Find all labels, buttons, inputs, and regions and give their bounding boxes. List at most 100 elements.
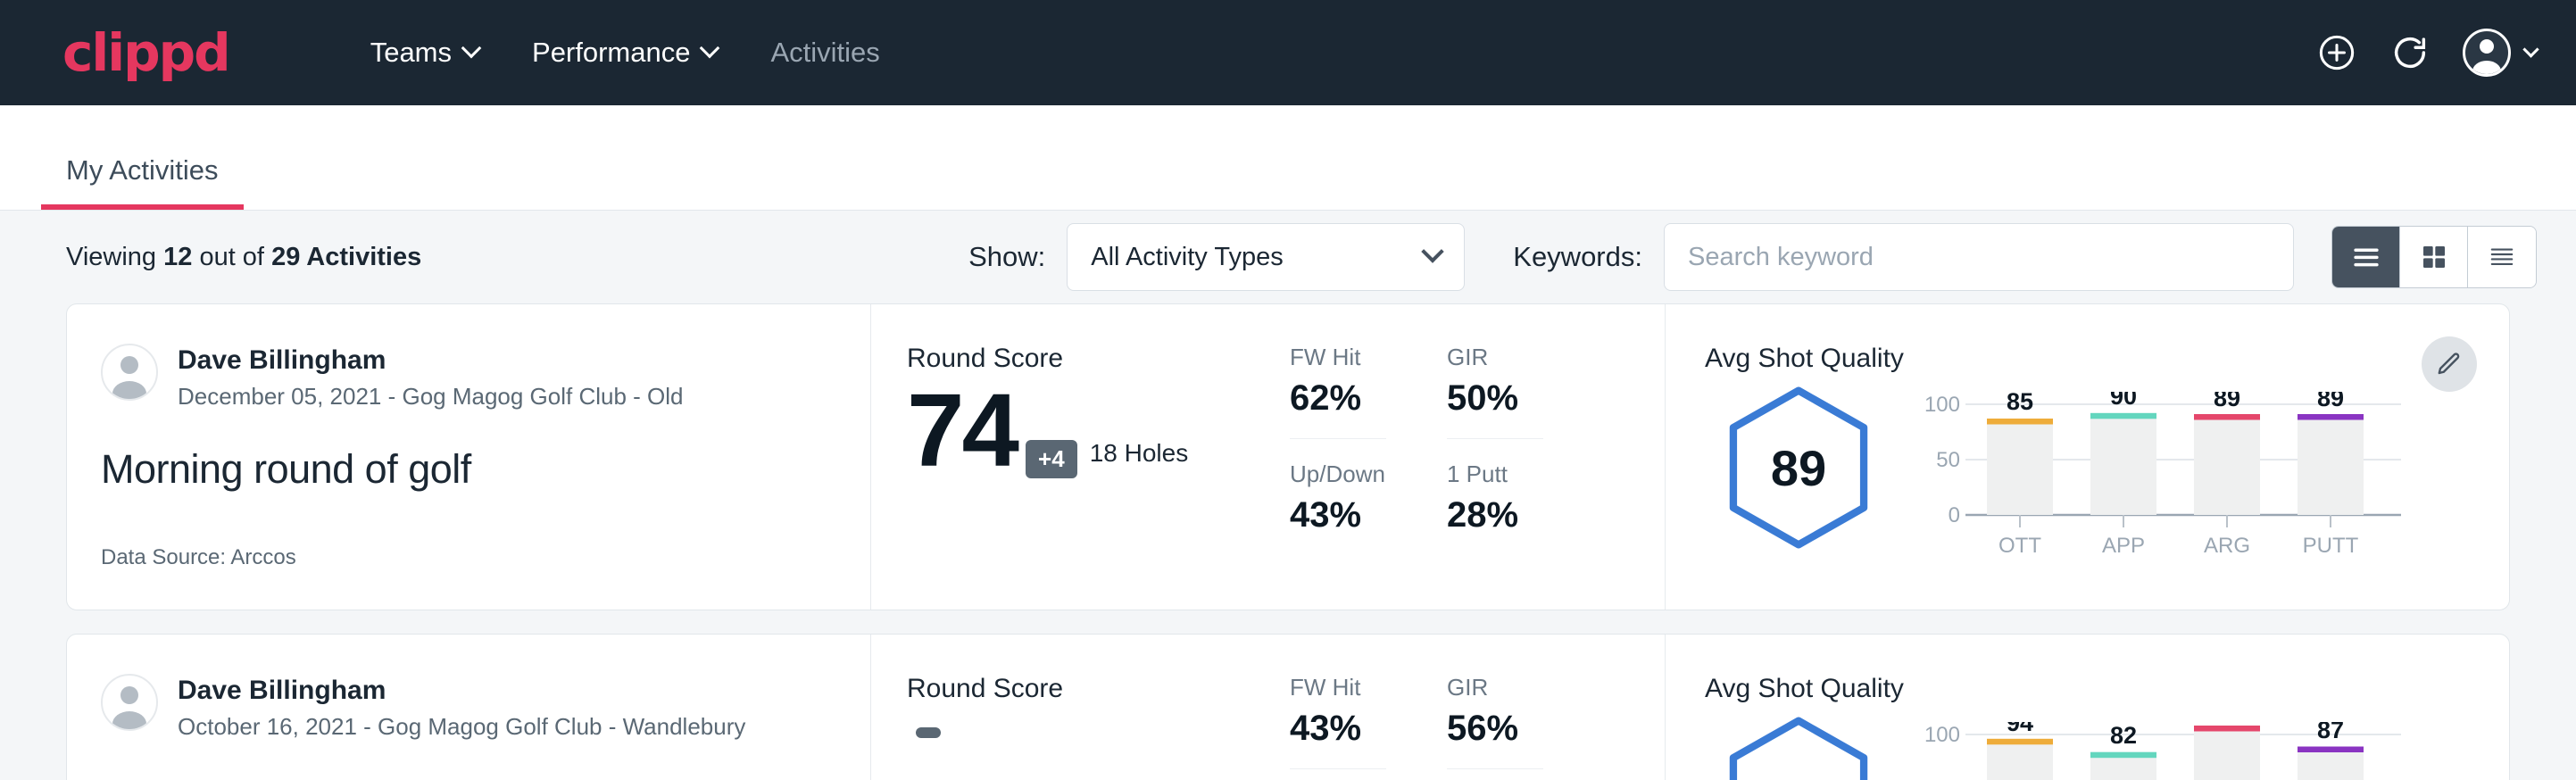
stat-gir: GIR 56% [1447, 674, 1543, 769]
stat-label: GIR [1447, 344, 1543, 371]
tab-my-activities-label: My Activities [66, 154, 219, 186]
stat-value: 43% [1290, 709, 1386, 749]
stat-label: GIR [1447, 674, 1543, 701]
view-toggle-list[interactable] [2332, 227, 2400, 287]
data-source: Data Source: Arccos [101, 545, 296, 570]
svg-text:89: 89 [2214, 392, 2240, 411]
navbar-actions [2316, 29, 2537, 77]
activity-type-value: All Activity Types [1091, 243, 1283, 272]
tab-my-activities[interactable]: My Activities [41, 154, 244, 210]
quality-hexagon [1705, 711, 1892, 780]
filter-toolbar: Viewing 12 out of 29 Activities Show: Al… [0, 211, 2576, 303]
quality-hexagon: 89 [1705, 381, 1892, 551]
score-differential-badge [916, 727, 941, 738]
viewing-middle: out of [199, 243, 264, 271]
round-score-value: 74 [907, 383, 1017, 478]
bar-chart-2: 100 50 0 94 OTT 82 APP 106 [1923, 722, 2405, 780]
nav-item-teams[interactable]: Teams [344, 37, 505, 69]
round-score-label: Round Score [907, 344, 1290, 374]
viewing-summary: Viewing 12 out of 29 Activities [66, 243, 421, 272]
round-stats: FW Hit 62% GIR 50% Up/Down 43% 1 Putt 28… [1290, 304, 1665, 610]
stat-fw-hit: FW Hit 43% [1290, 674, 1386, 769]
activity-type-select[interactable]: All Activity Types [1067, 223, 1465, 291]
activity-author: Dave Billingham December 05, 2021 - Gog … [101, 344, 870, 411]
activity-meta: December 05, 2021 - Gog Magog Golf Club … [178, 383, 684, 411]
chevron-down-icon [1422, 240, 1444, 262]
svg-text:89: 89 [2317, 392, 2344, 411]
show-label: Show: [968, 241, 1045, 273]
svg-text:82: 82 [2110, 722, 2137, 749]
shot-quality-chart: 100 50 0 94 OTT 82 APP 106 [1923, 711, 2405, 780]
viewing-count: 12 [163, 243, 192, 271]
svg-text:ARG: ARG [2204, 534, 2250, 558]
main-nav: Teams Performance Activities [344, 37, 907, 69]
viewing-prefix: Viewing [66, 243, 156, 271]
svg-text:PUTT: PUTT [2303, 534, 2359, 558]
activity-card[interactable]: Dave Billingham October 16, 2021 - Gog M… [66, 634, 2510, 780]
avg-shot-quality-section: Avg Shot Quality 100 [1665, 635, 2509, 780]
round-score-section: Round Score 74 +4 18 Holes [870, 304, 1290, 610]
toolbar-controls: Show: All Activity Types Keywords: [968, 223, 2537, 291]
nav-item-performance[interactable]: Performance [505, 37, 744, 69]
stat-one-putt: 1 Putt 28% [1447, 461, 1543, 555]
pencil-icon [2436, 351, 2463, 378]
quality-score-value: 89 [1724, 385, 1874, 551]
avg-shot-quality-section: Avg Shot Quality 89 [1665, 304, 2509, 610]
avatar [101, 344, 158, 401]
view-toggle-compact[interactable] [2468, 227, 2536, 287]
top-navbar: clippd Teams Performance Activities [0, 0, 2576, 105]
activity-list: Dave Billingham December 05, 2021 - Gog … [0, 303, 2576, 780]
list-view-icon [2351, 244, 2381, 270]
chevron-down-icon [2522, 41, 2539, 57]
stat-label: 1 Putt [1447, 461, 1543, 488]
svg-text:94: 94 [2007, 722, 2033, 736]
svg-text:APP: APP [2102, 534, 2145, 558]
author-name: Dave Billingham [178, 344, 684, 378]
edit-activity-button[interactable] [2422, 336, 2477, 392]
chevron-down-icon [700, 38, 720, 59]
view-toggle-grid[interactable] [2400, 227, 2468, 287]
stat-value: 43% [1290, 495, 1386, 535]
svg-text:OTT: OTT [1998, 534, 2041, 558]
viewing-total: 29 Activities [271, 243, 421, 271]
view-toggle-group [2331, 226, 2537, 288]
shot-quality-chart: 100 50 0 85 OTT 90 APP [1923, 381, 2405, 570]
keywords-label: Keywords: [1513, 241, 1642, 273]
score-differential-badge: +4 [1026, 440, 1077, 478]
compact-view-icon [2487, 244, 2517, 270]
bar-chart-1: 100 50 0 85 OTT 90 APP [1923, 392, 2405, 570]
round-score-section: Round Score [870, 635, 1290, 780]
stat-gir: GIR 50% [1447, 344, 1543, 439]
avg-shot-quality-label: Avg Shot Quality [1705, 674, 2509, 704]
round-score-row: 74 +4 18 Holes [907, 383, 1290, 478]
holes-played: 18 Holes [1090, 439, 1189, 478]
round-score-row [907, 713, 1290, 738]
stat-label: FW Hit [1290, 674, 1386, 701]
svg-text:90: 90 [2110, 392, 2137, 410]
nav-item-teams-label: Teams [370, 37, 452, 69]
avg-shot-quality-label: Avg Shot Quality [1705, 344, 2509, 374]
activity-card[interactable]: Dave Billingham December 05, 2021 - Gog … [66, 303, 2510, 610]
clippd-logo[interactable]: clippd [62, 27, 229, 79]
avatar [2463, 29, 2511, 77]
account-menu[interactable] [2463, 29, 2537, 77]
search-input[interactable] [1664, 223, 2294, 291]
stat-label: Up/Down [1290, 461, 1386, 488]
avg-shot-quality-body: 89 100 50 0 [1705, 381, 2509, 570]
plus-circle-icon[interactable] [2316, 32, 2357, 73]
svg-text:87: 87 [2317, 722, 2344, 743]
svg-text:0: 0 [1949, 503, 1960, 527]
author-name: Dave Billingham [178, 674, 745, 708]
stat-value: 50% [1447, 378, 1543, 419]
quality-score-value [1724, 715, 1874, 780]
nav-item-activities-label: Activities [770, 37, 879, 69]
refresh-icon[interactable] [2389, 32, 2431, 73]
svg-text:50: 50 [1936, 448, 1960, 472]
avg-shot-quality-body: 100 50 0 94 OTT 82 APP 106 [1705, 711, 2509, 780]
nav-item-performance-label: Performance [532, 37, 690, 69]
stat-value: 62% [1290, 378, 1386, 419]
nav-item-activities[interactable]: Activities [744, 37, 906, 69]
stat-fw-hit: FW Hit 62% [1290, 344, 1386, 439]
svg-text:85: 85 [2007, 392, 2033, 415]
grid-view-icon [2420, 243, 2448, 271]
